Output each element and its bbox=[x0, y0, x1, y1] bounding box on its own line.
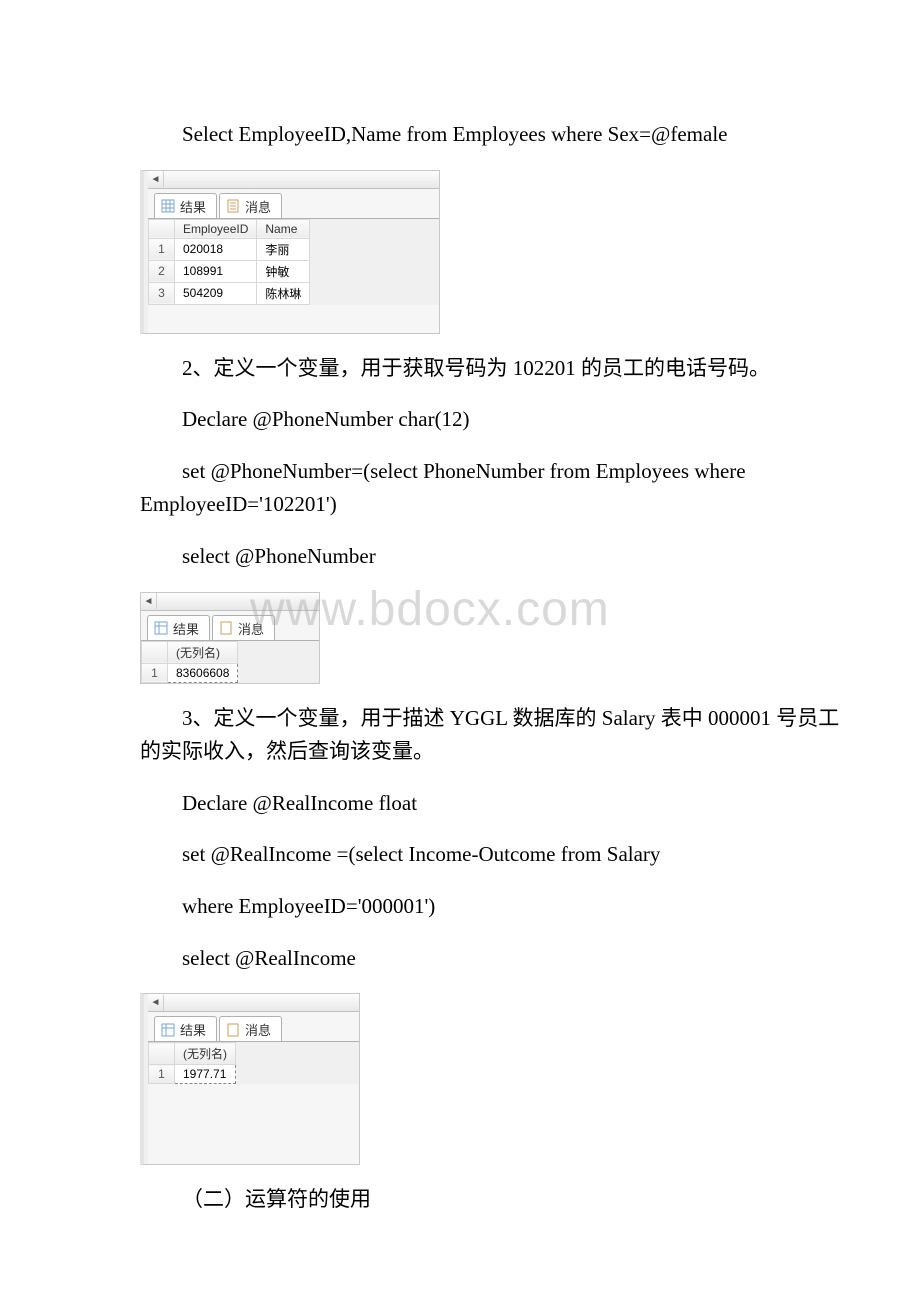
tab-messages[interactable]: 消息 bbox=[219, 1016, 282, 1041]
scrollbar-top-3[interactable]: ◄ bbox=[148, 994, 359, 1012]
tab-results-label: 结果 bbox=[173, 619, 199, 638]
cell-value: 1977.71 bbox=[175, 1065, 236, 1084]
row-header-blank bbox=[142, 641, 168, 663]
tab-messages-label: 消息 bbox=[238, 619, 264, 638]
row-index: 1 bbox=[149, 238, 175, 260]
scrollbar-top-2[interactable]: ◄ bbox=[141, 593, 319, 611]
table-row[interactable]: 1 83606608 bbox=[142, 663, 238, 682]
tab-results-label: 结果 bbox=[180, 1020, 206, 1039]
heading-2: 2、定义一个变量，用于获取号码为 102201 的员工的电话号码。 bbox=[140, 352, 840, 386]
heading-3: 3、定义一个变量，用于描述 YGGL 数据库的 Salary 表中 000001… bbox=[140, 702, 840, 769]
row-index: 1 bbox=[149, 1065, 175, 1084]
grid-icon bbox=[161, 1023, 175, 1037]
cell-employeeid: 020018 bbox=[175, 238, 257, 260]
tab-results[interactable]: 结果 bbox=[147, 615, 210, 640]
col-noname[interactable]: (无列名) bbox=[168, 641, 238, 663]
result-panel-2: www.bdocx.com ◄ 结果 消息 (无列名) 1 83606608 bbox=[140, 592, 840, 684]
sql-line-2-3: select @PhoneNumber bbox=[140, 540, 840, 574]
result-panel-3: ◄ 结果 消息 (无列名) 1 1977.71 bbox=[140, 993, 840, 1165]
row-header-blank bbox=[149, 1043, 175, 1065]
scroll-left-icon[interactable]: ◄ bbox=[148, 171, 164, 187]
table-row[interactable]: 3 504209 陈林琳 bbox=[149, 282, 310, 304]
page-icon bbox=[226, 199, 240, 213]
tab-messages-label: 消息 bbox=[245, 1020, 271, 1039]
result-panel-1: ◄ 结果 消息 EmployeeID Name 1 020018 李丽 bbox=[140, 170, 840, 334]
sql-statement-1: Select EmployeeID,Name from Employees wh… bbox=[140, 118, 840, 152]
table-row[interactable]: 1 020018 李丽 bbox=[149, 238, 310, 260]
grid-icon bbox=[161, 199, 175, 213]
cell-name: 陈林琳 bbox=[257, 282, 310, 304]
row-index: 3 bbox=[149, 282, 175, 304]
col-employeeid[interactable]: EmployeeID bbox=[175, 219, 257, 238]
cell-name: 李丽 bbox=[257, 238, 310, 260]
table-row[interactable]: 2 108991 钟敏 bbox=[149, 260, 310, 282]
scroll-left-icon[interactable]: ◄ bbox=[148, 995, 164, 1011]
tab-results[interactable]: 结果 bbox=[154, 193, 217, 218]
tab-results[interactable]: 结果 bbox=[154, 1016, 217, 1041]
cell-employeeid: 108991 bbox=[175, 260, 257, 282]
cell-value: 83606608 bbox=[168, 663, 238, 682]
row-index: 1 bbox=[142, 663, 168, 682]
result-grid-1: EmployeeID Name 1 020018 李丽 2 108991 钟敏 … bbox=[148, 219, 310, 305]
result-grid-3: (无列名) 1 1977.71 bbox=[148, 1042, 236, 1084]
grid-icon bbox=[154, 621, 168, 635]
footer-heading: （二）运算符的使用 bbox=[140, 1183, 840, 1217]
sql-line-2-1: Declare @PhoneNumber char(12) bbox=[140, 403, 840, 437]
sql-line-3-2: set @RealIncome =(select Income-Outcome … bbox=[140, 838, 840, 872]
tab-results-label: 结果 bbox=[180, 197, 206, 216]
result-grid-2: (无列名) 1 83606608 bbox=[141, 641, 238, 683]
table-row[interactable]: 1 1977.71 bbox=[149, 1065, 236, 1084]
tab-messages[interactable]: 消息 bbox=[219, 193, 282, 218]
col-name[interactable]: Name bbox=[257, 219, 310, 238]
row-index: 2 bbox=[149, 260, 175, 282]
scrollbar-top-1[interactable]: ◄ bbox=[148, 171, 439, 189]
col-noname[interactable]: (无列名) bbox=[175, 1043, 236, 1065]
scroll-left-icon[interactable]: ◄ bbox=[141, 593, 157, 609]
sql-line-3-3: where EmployeeID='000001') bbox=[140, 890, 840, 924]
row-header-blank bbox=[149, 219, 175, 238]
tab-messages[interactable]: 消息 bbox=[212, 615, 275, 640]
cell-name: 钟敏 bbox=[257, 260, 310, 282]
page-icon bbox=[226, 1023, 240, 1037]
tab-messages-label: 消息 bbox=[245, 197, 271, 216]
cell-employeeid: 504209 bbox=[175, 282, 257, 304]
sql-line-3-1: Declare @RealIncome float bbox=[140, 787, 840, 821]
sql-line-2-2: set @PhoneNumber=(select PhoneNumber fro… bbox=[140, 455, 840, 522]
sql-line-3-4: select @RealIncome bbox=[140, 942, 840, 976]
page-icon bbox=[219, 621, 233, 635]
